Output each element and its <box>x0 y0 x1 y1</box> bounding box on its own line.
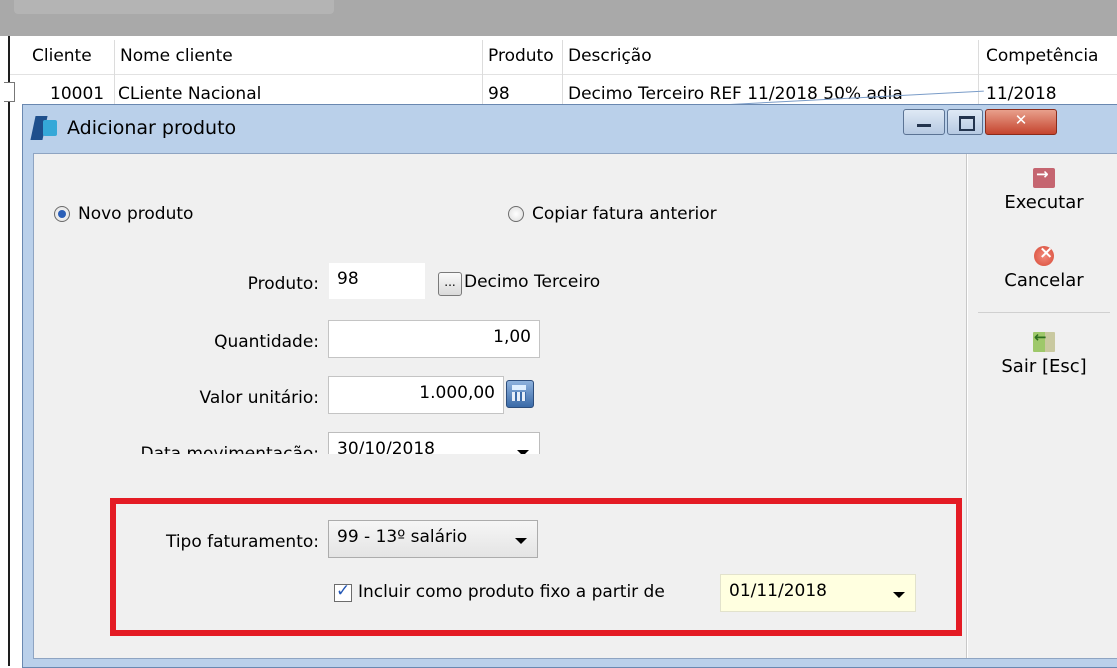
grid-header-cliente[interactable]: Cliente <box>32 46 92 66</box>
radio-selected-icon <box>54 206 70 222</box>
grid-header-produto[interactable]: Produto <box>488 46 554 66</box>
quantidade-input[interactable]: 1,00 <box>328 320 540 358</box>
background-grid: Cliente Nome cliente Produto Descrição C… <box>4 36 1117 112</box>
quantidade-label: Quantidade: <box>214 332 319 352</box>
app-icon <box>30 116 59 140</box>
background-title-ghost <box>14 0 334 14</box>
dialog-client-area: Novo produto Copiar fatura anterior Prod… <box>33 153 1117 659</box>
overlap-cover <box>114 454 574 496</box>
valor-unitario-label: Valor unitário: <box>199 388 319 408</box>
produto-description: Decimo Terceiro <box>464 272 601 292</box>
produto-label: Produto: <box>247 274 319 294</box>
radio-unselected-icon <box>508 206 524 222</box>
close-button[interactable]: ✕ <box>985 109 1057 135</box>
calculator-icon <box>512 385 526 390</box>
minimize-icon <box>917 124 931 127</box>
highlight-annotation <box>110 498 962 636</box>
produto-lookup-button[interactable]: ... <box>438 272 462 296</box>
dialog-titlebar[interactable]: Adicionar produto <box>30 113 237 143</box>
executar-button[interactable]: Executar <box>974 165 1114 213</box>
radio-copiar-fatura-label: Copiar fatura anterior <box>532 204 717 224</box>
cancel-icon <box>1034 243 1054 266</box>
close-icon: ✕ <box>1014 111 1028 129</box>
execute-icon <box>1033 165 1055 188</box>
cell-descricao: Decimo Terceiro REF 11/2018 50% adia <box>568 84 903 104</box>
radio-novo-produto[interactable]: Novo produto <box>54 204 193 224</box>
radio-copiar-fatura[interactable]: Copiar fatura anterior <box>508 204 717 224</box>
grid-header: Cliente Nome cliente Produto Descrição C… <box>10 36 1117 75</box>
cell-produto: 98 <box>488 84 510 104</box>
background-window-frame <box>0 36 10 666</box>
cancelar-button[interactable]: Cancelar <box>974 243 1114 291</box>
calculator-button[interactable] <box>506 380 534 408</box>
produto-field[interactable]: 98 <box>328 262 426 300</box>
exit-icon <box>1033 328 1055 352</box>
toolbar-divider-highlight <box>967 154 968 658</box>
add-product-dialog: Adicionar produto ✕ Novo produto Copiar … <box>22 104 1117 668</box>
cell-cliente: 10001 <box>50 84 105 104</box>
dialog-title: Adicionar produto <box>67 117 237 139</box>
grid-header-descricao[interactable]: Descrição <box>568 46 652 66</box>
window-controls: ✕ <box>903 109 1057 135</box>
valor-unitario-input[interactable]: 1.000,00 <box>328 376 504 414</box>
cell-nome-cliente: CLiente Nacional <box>118 84 262 104</box>
grid-header-nome-cliente[interactable]: Nome cliente <box>120 46 233 66</box>
sair-label: Sair [Esc] <box>1001 356 1087 377</box>
radio-novo-produto-label: Novo produto <box>78 204 194 224</box>
sair-button[interactable]: Sair [Esc] <box>974 328 1114 377</box>
row-indicator <box>4 82 15 102</box>
executar-label: Executar <box>1004 192 1084 213</box>
minimize-button[interactable] <box>903 109 945 135</box>
background-window-titlebar <box>0 0 1117 36</box>
cancelar-label: Cancelar <box>1004 270 1084 291</box>
toolbar-separator <box>978 312 1110 313</box>
maximize-icon <box>959 116 975 131</box>
ellipsis-icon: ... <box>444 275 456 289</box>
grid-header-competencia[interactable]: Competência <box>986 46 1098 66</box>
maximize-button[interactable] <box>947 109 983 135</box>
cell-competencia: 11/2018 <box>986 84 1057 104</box>
